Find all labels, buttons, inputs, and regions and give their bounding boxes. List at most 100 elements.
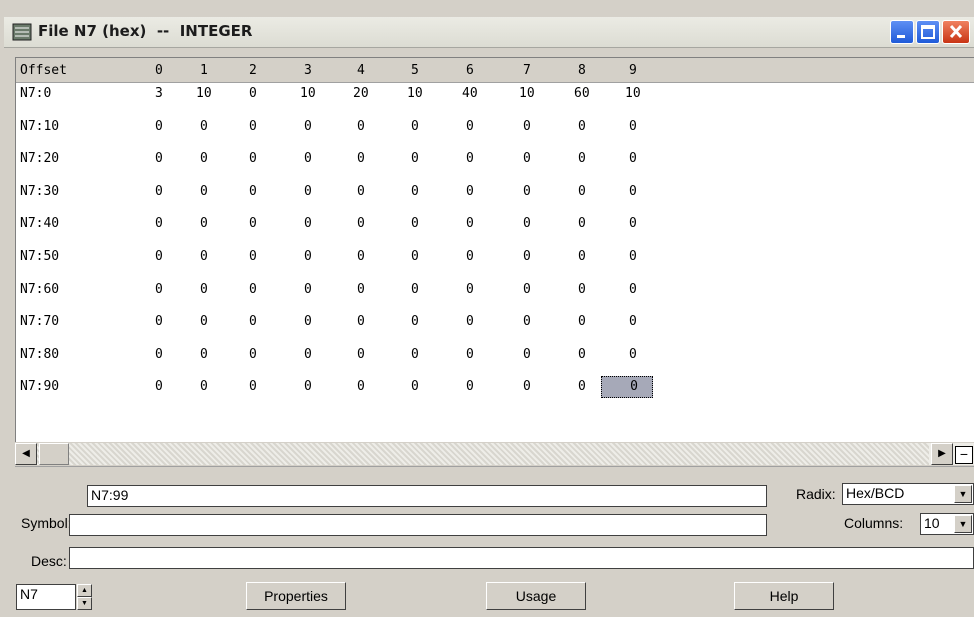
data-cell[interactable]: 0: [523, 347, 531, 362]
data-cell[interactable]: 0: [411, 379, 419, 394]
data-cell[interactable]: 0: [629, 347, 637, 362]
data-cell[interactable]: 0: [304, 184, 312, 199]
properties-button[interactable]: Properties: [246, 582, 346, 610]
data-cell[interactable]: 0: [200, 249, 208, 264]
data-cell[interactable]: 0: [357, 249, 365, 264]
data-cell[interactable]: 0: [304, 216, 312, 231]
data-cell[interactable]: 0: [155, 282, 163, 297]
data-cell[interactable]: 10: [407, 86, 423, 101]
split-button[interactable]: −: [955, 446, 973, 464]
data-cell[interactable]: 0: [304, 151, 312, 166]
data-cell[interactable]: 40: [462, 86, 478, 101]
data-cell[interactable]: 0: [523, 379, 531, 394]
data-cell[interactable]: 0: [304, 282, 312, 297]
data-cell[interactable]: 0: [249, 184, 257, 199]
symbol-field[interactable]: [69, 514, 767, 536]
data-cell[interactable]: 0: [523, 249, 531, 264]
data-cell[interactable]: 0: [155, 184, 163, 199]
data-cell[interactable]: 0: [155, 249, 163, 264]
data-cell[interactable]: 0: [155, 151, 163, 166]
data-cell[interactable]: 0: [466, 282, 474, 297]
data-cell[interactable]: 0: [411, 282, 419, 297]
file-number-field[interactable]: N7: [16, 584, 76, 610]
data-cell[interactable]: 20: [353, 86, 369, 101]
data-cell[interactable]: 0: [523, 119, 531, 134]
data-cell[interactable]: 0: [200, 347, 208, 362]
data-cell[interactable]: 3: [155, 86, 163, 101]
data-cell[interactable]: 0: [155, 347, 163, 362]
data-cell[interactable]: 0: [200, 151, 208, 166]
data-cell[interactable]: 0: [411, 249, 419, 264]
data-cell[interactable]: 0: [249, 249, 257, 264]
data-cell[interactable]: 0: [629, 314, 637, 329]
data-cell[interactable]: 0: [578, 119, 586, 134]
data-cell[interactable]: 0: [155, 119, 163, 134]
data-cell[interactable]: 0: [523, 151, 531, 166]
spin-up-icon[interactable]: ▲: [77, 584, 92, 597]
data-cell[interactable]: 0: [578, 379, 586, 394]
data-cell[interactable]: 0: [466, 151, 474, 166]
scroll-track[interactable]: [37, 443, 929, 465]
maximize-button[interactable]: [916, 20, 940, 44]
scroll-thumb[interactable]: [39, 443, 69, 465]
scroll-left-button[interactable]: ◀: [15, 443, 37, 465]
data-cell[interactable]: 0: [249, 151, 257, 166]
selected-cell[interactable]: 0: [601, 376, 653, 399]
data-table[interactable]: Offset 0 1 2 3 4 5 6 7 8 9 N7:0 3 10 0 10 20 10 40 10 60 10…: [15, 57, 974, 442]
data-cell[interactable]: 0: [200, 282, 208, 297]
data-cell[interactable]: 0: [249, 347, 257, 362]
data-cell[interactable]: 0: [357, 314, 365, 329]
data-cell[interactable]: 0: [578, 314, 586, 329]
address-field[interactable]: N7:99: [87, 485, 767, 507]
data-cell[interactable]: 0: [411, 314, 419, 329]
data-cell[interactable]: 0: [578, 249, 586, 264]
data-cell[interactable]: 0: [357, 379, 365, 394]
data-cell[interactable]: 0: [357, 119, 365, 134]
data-cell[interactable]: 0: [357, 282, 365, 297]
data-cell[interactable]: 0: [466, 184, 474, 199]
data-cell[interactable]: 0: [304, 119, 312, 134]
minimize-button[interactable]: [890, 20, 914, 44]
data-cell[interactable]: 0: [578, 216, 586, 231]
data-cell[interactable]: 10: [625, 86, 641, 101]
data-cell[interactable]: 0: [155, 314, 163, 329]
spin-down-icon[interactable]: ▼: [77, 597, 92, 610]
data-cell[interactable]: 0: [249, 379, 257, 394]
data-cell[interactable]: 0: [523, 282, 531, 297]
data-cell[interactable]: 0: [249, 282, 257, 297]
data-cell[interactable]: 0: [466, 249, 474, 264]
data-cell[interactable]: 0: [304, 249, 312, 264]
data-cell[interactable]: 0: [249, 314, 257, 329]
data-cell[interactable]: 0: [466, 119, 474, 134]
data-cell[interactable]: 0: [629, 282, 637, 297]
data-cell[interactable]: 0: [411, 119, 419, 134]
data-cell[interactable]: 0: [200, 119, 208, 134]
radix-select[interactable]: Hex/BCD ▼: [842, 483, 974, 505]
usage-button[interactable]: Usage: [486, 582, 586, 610]
data-cell[interactable]: 10: [196, 86, 212, 101]
data-cell[interactable]: 0: [200, 184, 208, 199]
data-cell[interactable]: 0: [629, 216, 637, 231]
data-cell[interactable]: 0: [523, 314, 531, 329]
data-cell[interactable]: 0: [411, 216, 419, 231]
data-cell[interactable]: 0: [629, 119, 637, 134]
data-cell[interactable]: 0: [249, 119, 257, 134]
data-cell[interactable]: 0: [411, 151, 419, 166]
data-cell[interactable]: 0: [249, 216, 257, 231]
scroll-right-button[interactable]: ▶: [931, 443, 953, 465]
data-cell[interactable]: 60: [574, 86, 590, 101]
data-cell[interactable]: 0: [578, 282, 586, 297]
data-cell[interactable]: 0: [357, 184, 365, 199]
data-cell[interactable]: 0: [200, 216, 208, 231]
title-bar[interactable]: File N7 (hex) -- INTEGER: [4, 17, 974, 48]
data-cell[interactable]: 0: [466, 347, 474, 362]
data-cell[interactable]: 0: [155, 216, 163, 231]
data-cell[interactable]: 0: [629, 184, 637, 199]
chevron-down-icon[interactable]: ▼: [954, 485, 972, 503]
data-cell[interactable]: 10: [300, 86, 316, 101]
data-cell[interactable]: 10: [519, 86, 535, 101]
data-cell[interactable]: 0: [466, 216, 474, 231]
data-cell[interactable]: 0: [466, 379, 474, 394]
data-cell[interactable]: 0: [200, 379, 208, 394]
data-cell[interactable]: 0: [357, 151, 365, 166]
